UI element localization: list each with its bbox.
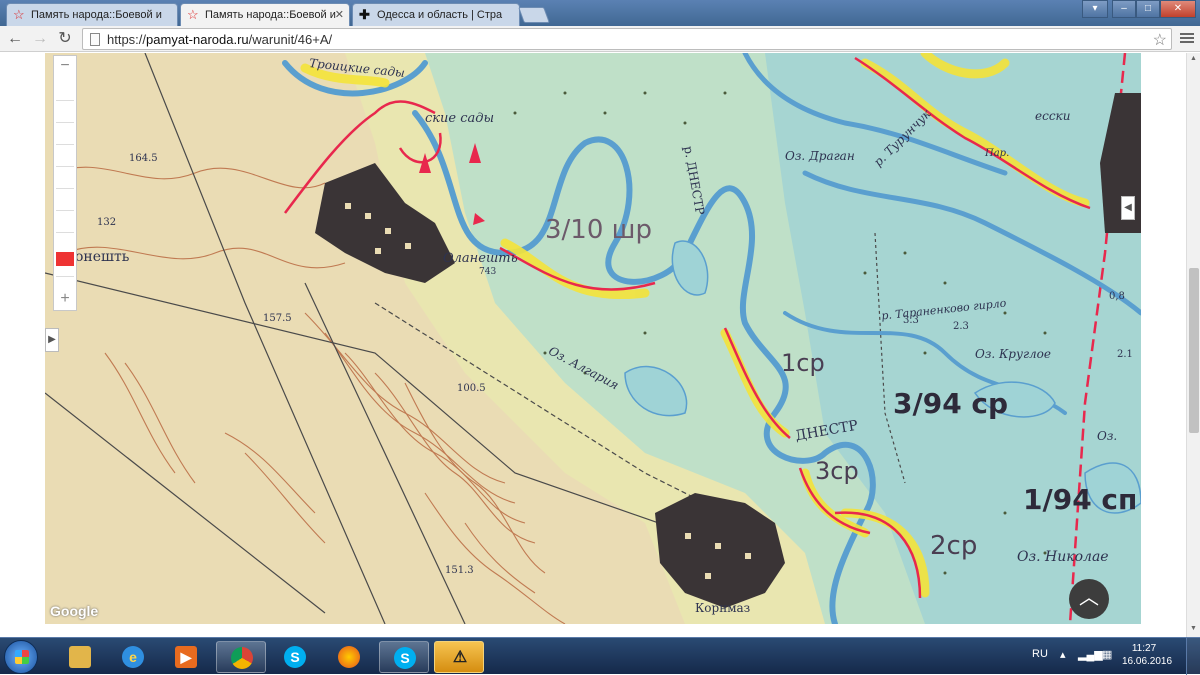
label-elev-164: 164.5 xyxy=(129,153,158,164)
label-lake-dragan: Оз. Драган xyxy=(785,149,855,163)
label-unit-2cp: 2ср xyxy=(930,531,978,561)
ie-icon[interactable]: e xyxy=(108,641,158,673)
star-icon: ☆ xyxy=(187,7,199,22)
zoom-tick xyxy=(56,210,74,211)
page-icon xyxy=(90,33,100,46)
scroll-down-arrow-icon[interactable]: ▼ xyxy=(1190,625,1197,632)
label-elev-0-8: 0,8 xyxy=(1109,291,1125,302)
skype-icon[interactable]: S xyxy=(270,641,320,673)
url-scheme: https:// xyxy=(107,32,147,47)
address-bar[interactable]: https://pamyat-naroda.ru/warunit/46+A/ ☆ xyxy=(82,28,1172,50)
tab-title: Память народа::Боевой и xyxy=(205,9,336,21)
back-button[interactable]: ← xyxy=(6,30,24,48)
label-pier: Пар. xyxy=(985,148,1010,159)
maximize-button[interactable]: □ xyxy=(1136,0,1160,18)
title-bar: ☆ Память народа::Боевой и ☆ Память народ… xyxy=(0,0,1200,26)
close-window-button[interactable]: ✕ xyxy=(1160,0,1196,18)
label-lake-nikolaev: Оз. Николае xyxy=(1017,549,1109,565)
star-icon: ☆ xyxy=(13,7,25,22)
chrome-icon[interactable] xyxy=(216,641,266,673)
label-elev-132: 132 xyxy=(97,217,117,228)
zoom-control[interactable]: − + xyxy=(53,55,77,311)
right-panel-toggle[interactable]: ◀ xyxy=(1121,196,1135,220)
firefox-icon[interactable] xyxy=(324,641,374,673)
label-elev-3-3: 3.3 xyxy=(903,315,919,326)
zoom-tick xyxy=(56,232,74,233)
explorer-icon[interactable] xyxy=(55,641,105,673)
tab-title: Одесса и область | Стра xyxy=(377,9,503,21)
zoom-tick xyxy=(56,188,74,189)
label-olaneshty-top: Оланешть xyxy=(443,251,518,266)
tab-pamyat-2[interactable]: ☆ Память народа::Боевой и ✕ xyxy=(180,3,350,26)
scrollbar-thumb[interactable] xyxy=(1189,268,1199,433)
network-icon[interactable]: ▂▄▆ xyxy=(1078,648,1103,661)
new-tab-button[interactable] xyxy=(518,7,550,23)
url-host: pamyat-naroda.ru xyxy=(146,32,249,47)
cross-icon: ✚ xyxy=(359,7,370,22)
language-indicator[interactable]: RU xyxy=(1032,648,1048,660)
action-center-icon[interactable]: ▦ xyxy=(1102,648,1112,661)
show-desktop-button[interactable] xyxy=(1186,638,1200,675)
label-kornmaz: Корнмаз xyxy=(695,601,751,615)
tab-title: Память народа::Боевой и xyxy=(31,9,162,21)
label-elev-100: 100.5 xyxy=(457,383,486,394)
minimize-button[interactable]: ‒ xyxy=(1112,0,1136,18)
url-path: /warunit/46+A/ xyxy=(248,32,333,47)
zoom-out-button[interactable]: − xyxy=(54,56,76,76)
clock-date: 16.06.2016 xyxy=(1122,656,1173,667)
zoom-tick xyxy=(56,166,74,167)
zoom-level-indicator[interactable] xyxy=(56,252,74,266)
zoom-in-button[interactable]: + xyxy=(54,289,76,309)
url-text[interactable]: https://pamyat-naroda.ru/warunit/46+A/ xyxy=(107,32,332,47)
label-unit-3-94: 3/94 ср xyxy=(893,387,1009,420)
scroll-up-arrow-icon[interactable]: ▲ xyxy=(1190,55,1197,62)
forward-button[interactable]: → xyxy=(31,30,49,48)
label-elev-151: 151.3 xyxy=(445,565,474,576)
label-unit-1-94: 1/94 сп xyxy=(1023,483,1138,516)
scroll-to-top-button[interactable]: ︿ xyxy=(1069,579,1109,619)
skype-icon-2[interactable]: S xyxy=(379,641,429,673)
label-lake-oz: Оз. xyxy=(1097,429,1118,443)
left-panel-toggle[interactable]: ▶ xyxy=(45,328,59,352)
label-unit-3-10: 3/10 шр xyxy=(545,215,652,245)
taskbar: e ▶ S S ⚠ RU ▴ ▂▄▆ ▦ 11:27 16.06.2016 xyxy=(0,637,1200,675)
tab-pamyat-1[interactable]: ☆ Память народа::Боевой и xyxy=(6,3,178,26)
bookmark-star-icon[interactable]: ☆ xyxy=(1153,30,1167,50)
user-icon[interactable]: ▾ xyxy=(1082,0,1108,18)
windows-logo-icon xyxy=(15,650,29,664)
label-elev-743: 743 xyxy=(479,267,497,277)
clock-time: 11:27 xyxy=(1131,643,1157,654)
page-content: Троицкие сады ские сады Оланешть онешть … xyxy=(0,53,1200,637)
zoom-tick xyxy=(56,100,74,101)
menu-icon[interactable] xyxy=(1180,31,1194,45)
tab-odessa[interactable]: ✚ Одесса и область | Стра xyxy=(352,3,520,26)
tray-arrow-icon[interactable]: ▴ xyxy=(1060,648,1066,661)
clock[interactable]: 11:27 16.06.2016 xyxy=(1122,642,1173,668)
zoom-tick xyxy=(56,122,74,123)
reload-button[interactable]: ↻ xyxy=(56,30,74,48)
label-elev-2-1: 2.1 xyxy=(1117,349,1133,360)
zoom-tick xyxy=(56,144,74,145)
label-sady: ские сады xyxy=(425,111,495,126)
page-scrollbar[interactable]: ▲ ▼ xyxy=(1186,53,1200,637)
label-essky: есски xyxy=(1035,109,1071,123)
label-unit-3cp: 3ср xyxy=(815,457,859,485)
google-logo: Google xyxy=(50,603,99,619)
zoom-tick xyxy=(56,276,74,277)
label-lake-krugloe: Оз. Круглое xyxy=(975,347,1051,361)
close-tab-icon[interactable]: ✕ xyxy=(335,8,344,21)
label-elev-157: 157.5 xyxy=(263,313,292,324)
start-button[interactable] xyxy=(4,640,38,674)
warning-icon[interactable]: ⚠ xyxy=(434,641,484,673)
browser-toolbar: ← → ↻ https://pamyat-naroda.ru/warunit/4… xyxy=(0,26,1200,52)
label-elev-2-3: 2.3 xyxy=(953,321,969,332)
label-unit-1cp: 1ср xyxy=(781,349,825,377)
media-player-icon[interactable]: ▶ xyxy=(161,641,211,673)
map-view[interactable]: Троицкие сады ские сады Оланешть онешть … xyxy=(45,53,1141,624)
label-olaneshty-left: онешть xyxy=(75,249,130,265)
